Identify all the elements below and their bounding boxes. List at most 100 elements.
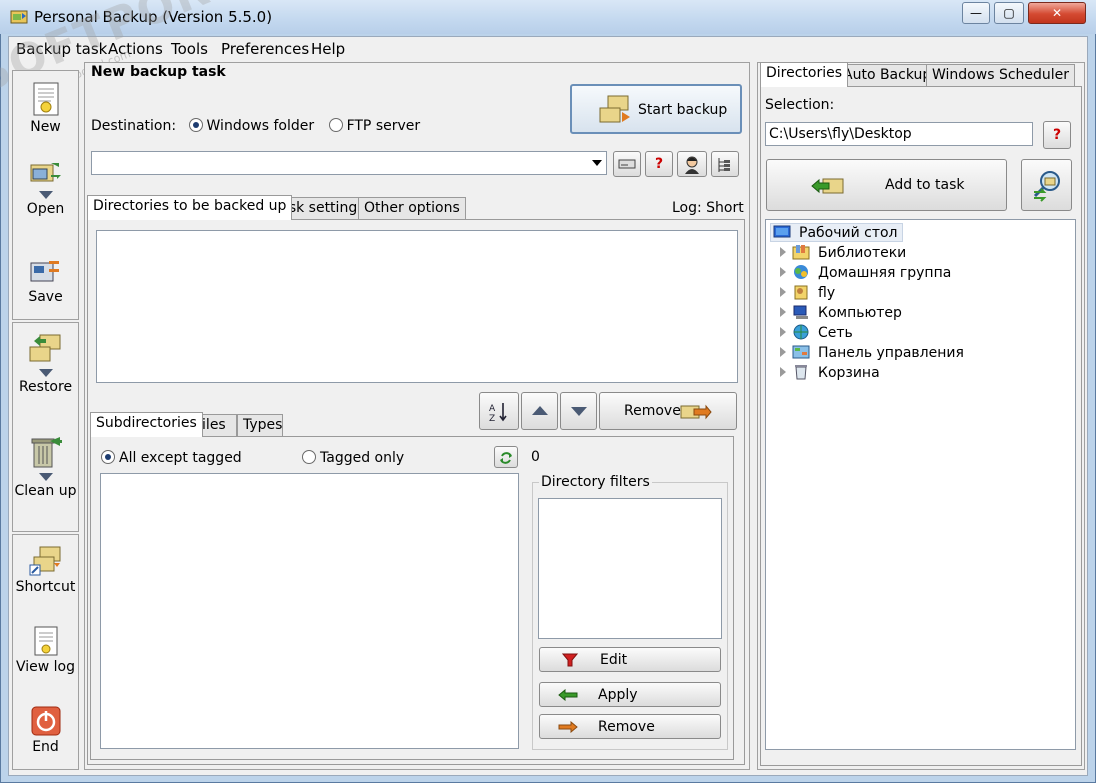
refresh-tags-button[interactable] <box>494 446 518 468</box>
directory-tree[interactable]: Рабочий стол Библиотеки Домашняя группа … <box>765 219 1076 750</box>
expand-icon[interactable] <box>780 307 786 317</box>
help-icon: ? <box>654 156 664 172</box>
restore-dropdown-arrow-icon[interactable] <box>38 369 53 377</box>
remove-directory-button[interactable]: Remove <box>599 392 737 430</box>
menu-actions[interactable]: Actions <box>108 40 163 58</box>
expand-icon[interactable] <box>780 367 786 377</box>
help-button[interactable]: ? <box>645 151 673 177</box>
selection-help-button[interactable]: ? <box>1043 121 1071 149</box>
maximize-button[interactable]: ▢ <box>994 2 1024 24</box>
tree-item-computer[interactable]: Компьютер <box>780 304 902 321</box>
apply-filter-button[interactable]: Apply <box>539 682 721 707</box>
expand-icon[interactable] <box>780 247 786 257</box>
tab-other-options[interactable]: Other options <box>358 197 466 219</box>
arrow-up-icon <box>532 406 548 415</box>
sort-az-icon: AZ <box>489 403 507 424</box>
tree-item-fly[interactable]: fly <box>780 284 835 301</box>
directories-list[interactable] <box>96 230 738 383</box>
tab-windows-scheduler[interactable]: Windows Scheduler <box>926 64 1076 86</box>
tab-directories-backed-up[interactable]: Directories to be backed up <box>87 195 293 220</box>
restore-icon <box>29 334 60 362</box>
arrow-left-icon <box>558 689 578 701</box>
tree-item-libraries[interactable]: Библиотеки <box>780 244 906 261</box>
new-task-button[interactable]: New <box>13 81 78 135</box>
open-dropdown-arrow-icon[interactable] <box>38 191 53 199</box>
expand-icon[interactable] <box>780 267 786 277</box>
log-level-label[interactable]: Log: Short <box>672 200 744 216</box>
minimize-icon: — <box>970 6 982 20</box>
cleanup-dropdown-arrow-icon[interactable] <box>38 473 53 481</box>
end-button[interactable]: End <box>13 705 78 755</box>
all-except-tagged-radio[interactable]: All except tagged <box>101 450 242 466</box>
minimize-button[interactable]: — <box>962 2 990 24</box>
new-document-icon <box>33 82 58 116</box>
tree-item-homegroup[interactable]: Домашняя группа <box>780 264 951 281</box>
save-task-button[interactable]: Save <box>13 257 78 305</box>
computer-icon <box>793 305 808 319</box>
restore-button[interactable]: Restore <box>13 333 78 395</box>
add-to-task-button[interactable]: Add to task <box>766 159 1007 211</box>
tree-item-control-panel[interactable]: Панель управления <box>780 344 964 361</box>
libraries-icon <box>792 245 810 260</box>
tree-label: Рабочий стол <box>799 225 898 241</box>
selection-path-value: C:\Users\fly\Desktop <box>769 126 912 142</box>
refresh-icon <box>500 452 512 464</box>
directory-filters-list[interactable] <box>538 498 722 639</box>
subdirectories-list[interactable] <box>100 473 519 749</box>
tab-auto-backup[interactable]: Auto Backup <box>837 64 938 86</box>
tree-view-button[interactable] <box>711 151 739 177</box>
dest-windows-label: Windows folder <box>206 118 315 134</box>
expand-icon[interactable] <box>780 347 786 357</box>
tree-item-network[interactable]: Сеть <box>780 324 853 341</box>
close-button[interactable]: ✕ <box>1028 2 1086 24</box>
start-backup-button[interactable]: Start backup <box>570 84 742 134</box>
shortcut-label: Shortcut <box>15 579 76 595</box>
tab-label: Directories to be backed up <box>93 198 287 214</box>
menu-tools[interactable]: Tools <box>171 40 208 58</box>
tagged-only-radio[interactable]: Tagged only <box>302 450 404 466</box>
user-button[interactable] <box>677 151 707 177</box>
tree-item-recycle-bin[interactable]: Корзина <box>780 364 880 381</box>
shortcut-button[interactable]: Shortcut <box>13 545 78 595</box>
edit-filter-button[interactable]: Edit <box>539 647 721 672</box>
maximize-icon: ▢ <box>1003 6 1015 20</box>
add-to-task-label: Add to task <box>885 177 965 193</box>
expand-icon[interactable] <box>780 327 786 337</box>
tab-label: Directories <box>766 65 843 81</box>
sort-button[interactable]: AZ <box>479 392 519 430</box>
expand-icon[interactable] <box>780 287 786 297</box>
view-log-label: View log <box>15 659 75 675</box>
homegroup-icon <box>794 265 808 279</box>
title-bar[interactable]: Personal Backup (Version 5.5.0) — ▢ ✕ <box>0 0 1096 34</box>
log-document-icon <box>34 626 57 656</box>
view-log-button[interactable]: View log <box>13 625 78 675</box>
tree-root-desktop[interactable]: Рабочий стол <box>770 223 903 242</box>
move-down-button[interactable] <box>560 392 597 430</box>
dest-windows-radio[interactable]: Windows folder <box>188 118 315 134</box>
destination-path-combo[interactable] <box>91 151 607 175</box>
tab-subdirectories[interactable]: Subdirectories <box>90 412 203 437</box>
tab-label: Types <box>243 417 283 433</box>
tab-types[interactable]: Types <box>237 414 283 436</box>
drive-button[interactable] <box>613 151 641 177</box>
toolbar-maintenance-group: Restore Clean up <box>12 322 79 532</box>
cleanup-button[interactable]: Clean up <box>13 435 78 499</box>
save-label: Save <box>28 289 63 305</box>
chevron-down-icon[interactable] <box>592 160 602 166</box>
search-folder-button[interactable] <box>1021 159 1072 211</box>
tree-label: Библиотеки <box>818 245 907 261</box>
close-icon: ✕ <box>1051 6 1063 20</box>
dest-ftp-radio[interactable]: FTP server <box>328 118 420 134</box>
destination-row: Destination: Windows folder FTP server <box>91 118 420 134</box>
tree-label: Сеть <box>818 325 853 341</box>
remove-filter-button[interactable]: Remove <box>539 714 721 739</box>
move-up-button[interactable] <box>521 392 558 430</box>
open-task-button[interactable]: Open <box>13 159 78 217</box>
remove-filter-label: Remove <box>598 719 655 735</box>
menu-backup-task[interactable]: Backup task <box>16 40 107 58</box>
control-panel-icon <box>792 345 810 359</box>
tab-directories[interactable]: Directories <box>760 62 849 87</box>
menu-help[interactable]: Help <box>311 40 345 58</box>
menu-preferences[interactable]: Preferences <box>221 40 309 58</box>
selection-path-field[interactable]: C:\Users\fly\Desktop <box>765 122 1033 146</box>
